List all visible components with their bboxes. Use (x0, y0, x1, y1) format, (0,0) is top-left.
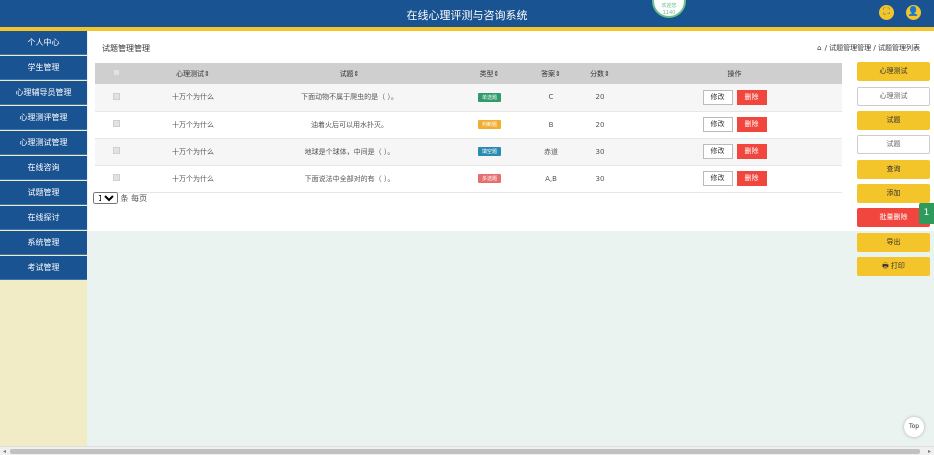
row-checkbox[interactable] (112, 174, 120, 181)
scroll-left-icon[interactable]: ◂ (0, 447, 9, 455)
select-all-checkbox[interactable] (112, 69, 120, 76)
scroll-right-icon[interactable]: ▸ (925, 447, 934, 455)
cell-score: 30 (573, 138, 627, 166)
sidebar-item-system[interactable]: 系统管理 (0, 231, 87, 255)
type-tag: 填空题 (477, 147, 501, 156)
cell-test: 十万个为什么 (137, 111, 249, 139)
row-select-cell[interactable] (95, 111, 137, 139)
cell-score: 20 (573, 111, 627, 139)
sidebar-item-personal-center[interactable]: 个人中心 (0, 31, 87, 55)
column-header-test[interactable]: 心理测试⇕ (137, 63, 249, 84)
type-tag: 判断题 (477, 120, 501, 129)
cell-score: 30 (573, 165, 627, 193)
edit-button[interactable]: 修改 (702, 171, 733, 186)
type-tag: 多选题 (477, 174, 501, 183)
cell-question: 下面说法中全部对的有（ ）。 (249, 165, 450, 193)
column-header-type[interactable]: 类型⇕ (450, 63, 529, 84)
home-icon[interactable]: ⌂ (817, 44, 821, 52)
sidebar: 个人中心 学生管理 心理辅导员管理 心理测评管理 心理测试管理 在线咨询 试题管… (0, 31, 87, 446)
cell-test: 十万个为什么 (137, 84, 249, 112)
column-header-answer[interactable]: 答案⇕ (529, 63, 573, 84)
edit-button[interactable]: 修改 (702, 89, 733, 105)
back-to-top-button[interactable]: Top (904, 417, 924, 437)
printer-icon: 🖶 (882, 262, 891, 270)
cell-score: 20 (573, 84, 627, 112)
cell-answer: B (529, 111, 573, 139)
table-row: 十万个为什么 油着火后可以用水扑灭。 判断题 B 20 修改 删除 (95, 111, 842, 139)
row-select-cell[interactable] (95, 165, 137, 193)
table-row: 十万个为什么 下面动物不属于爬虫的是（ ）。 单选题 C 20 修改 删除 (95, 84, 842, 112)
psych-test-button[interactable]: 心理测试 (857, 62, 930, 81)
cell-actions: 修改 删除 (627, 111, 842, 139)
cell-actions: 修改 删除 (627, 138, 842, 166)
search-button[interactable]: 查询 (857, 160, 930, 179)
delete-button[interactable]: 删除 (736, 89, 767, 105)
psych-test-input[interactable]: 心理测试 (857, 87, 930, 106)
select-all-cell[interactable] (95, 63, 137, 84)
export-button[interactable]: 导出 (857, 233, 930, 252)
table-row: 十万个为什么 地球是个球体，中间是（ ）。 填空题 赤道 30 修改 删除 (95, 138, 842, 166)
column-header-question[interactable]: 试题⇕ (249, 63, 450, 84)
edit-button[interactable]: 修改 (702, 144, 733, 159)
print-button-label: 打印 (890, 262, 905, 270)
row-checkbox[interactable] (112, 120, 120, 127)
print-button[interactable]: 🖶 打印 (857, 257, 930, 276)
cell-type: 单选题 (450, 84, 529, 112)
cell-answer: 赤道 (529, 138, 573, 166)
delete-button[interactable]: 删除 (736, 171, 767, 186)
breadcrumb: ⌂ / 试题管理管理 / 试题管理列表 (817, 43, 920, 53)
question-button[interactable]: 试题 (857, 111, 930, 130)
column-header-actions: 操作 (627, 63, 842, 84)
user-badge-line-2: 1140 (662, 10, 676, 16)
edit-button[interactable]: 修改 (702, 117, 733, 132)
user-badge[interactable]: 欢迎您 1140 (652, 0, 686, 18)
sidebar-item-counselors[interactable]: 心理辅导员管理 (0, 81, 87, 105)
questions-table: 心理测试⇕ 试题⇕ 类型⇕ 答案⇕ 分数⇕ 操作 十万个为什么 下面动物不属于爬… (95, 63, 842, 193)
delete-button[interactable]: 删除 (736, 117, 767, 132)
fullscreen-icon[interactable]: ⛶ (879, 5, 894, 20)
question-input[interactable]: 试题 (857, 135, 930, 154)
cell-actions: 修改 删除 (627, 165, 842, 193)
row-select-cell[interactable] (95, 84, 137, 112)
side-tab[interactable]: 1 (919, 203, 934, 224)
cell-type: 多选题 (450, 165, 529, 193)
cell-test: 十万个为什么 (137, 138, 249, 166)
cell-question: 油着火后可以用水扑灭。 (249, 111, 450, 139)
cell-question: 地球是个球体，中间是（ ）。 (249, 138, 450, 166)
content-background (88, 231, 934, 446)
pager: 10 条 每页 (93, 192, 147, 204)
page-size-suffix: 条 每页 (120, 194, 148, 203)
scroll-thumb[interactable] (10, 449, 920, 454)
column-header-score[interactable]: 分数⇕ (573, 63, 627, 84)
row-checkbox[interactable] (112, 92, 120, 100)
cell-answer: A,B (529, 165, 573, 193)
user-icon[interactable]: 👤 (906, 5, 921, 20)
type-tag: 单选题 (477, 92, 501, 102)
sidebar-item-students[interactable]: 学生管理 (0, 56, 87, 80)
cell-answer: C (529, 84, 573, 112)
table-header-row: 心理测试⇕ 试题⇕ 类型⇕ 答案⇕ 分数⇕ 操作 (95, 63, 842, 84)
page-size-select[interactable]: 10 (93, 192, 118, 204)
sidebar-item-questions[interactable]: 试题管理 (0, 181, 87, 205)
horizontal-scrollbar[interactable]: ◂ ▸ (0, 446, 934, 455)
row-select-cell[interactable] (95, 138, 137, 166)
add-button[interactable]: 添加 (857, 184, 930, 203)
delete-button[interactable]: 删除 (736, 144, 767, 159)
sidebar-item-assessment[interactable]: 心理测评管理 (0, 106, 87, 130)
sidebar-item-psych-test[interactable]: 心理测试管理 (0, 131, 87, 155)
cell-type: 填空题 (450, 138, 529, 166)
cell-type: 判断题 (450, 111, 529, 139)
page-title: 试题管理管理 (102, 44, 150, 53)
user-badge-line-1: 欢迎您 (661, 3, 677, 9)
sidebar-item-exams[interactable]: 考试管理 (0, 256, 87, 280)
cell-question: 下面动物不属于爬虫的是（ ）。 (249, 84, 450, 112)
table-row: 十万个为什么 下面说法中全部对的有（ ）。 多选题 A,B 30 修改 删除 (95, 165, 842, 193)
app-title: 在线心理评测与咨询系统 (406, 9, 528, 22)
cell-actions: 修改 删除 (627, 84, 842, 112)
sidebar-item-discussion[interactable]: 在线探讨 (0, 206, 87, 230)
breadcrumb-text[interactable]: / 试题管理管理 / 试题管理列表 (825, 44, 920, 52)
sidebar-item-online-consult[interactable]: 在线咨询 (0, 156, 87, 180)
row-checkbox[interactable] (112, 147, 120, 154)
cell-test: 十万个为什么 (137, 165, 249, 193)
